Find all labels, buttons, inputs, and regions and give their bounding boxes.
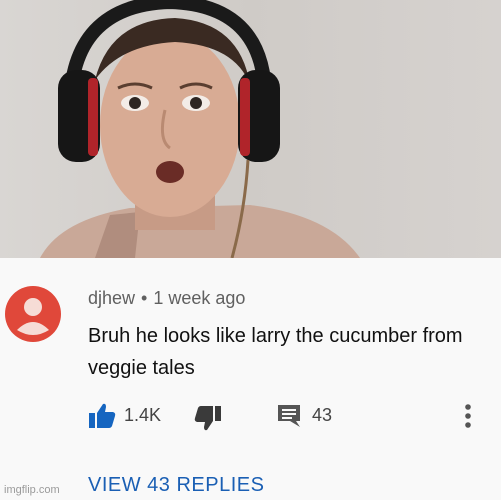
view-replies-link[interactable]: VIEW 43 REPLIES	[88, 474, 264, 497]
more-vert-icon[interactable]	[464, 403, 472, 429]
imgflip-watermark: imgflip.com	[4, 484, 60, 496]
person-icon[interactable]	[5, 286, 61, 342]
comment-actions: 1.4K 43	[88, 403, 488, 431]
like-count: 1.4K	[124, 405, 162, 425]
comment-icon[interactable]	[276, 403, 302, 429]
meta-separator: •	[141, 288, 148, 308]
comment-meta: djhew • 1 week ago	[88, 288, 245, 309]
comment-time[interactable]: 1 week ago	[153, 288, 245, 308]
video-frame-photo	[0, 0, 501, 258]
comment-username[interactable]: djhew	[88, 288, 135, 308]
comment-text: Bruh he looks like larry the cucumber fr…	[88, 325, 463, 379]
comment-card: djhew • 1 week ago Bruh he looks like larr…	[0, 258, 501, 500]
thumbs-down-icon[interactable]	[194, 405, 222, 431]
thumbs-up-icon[interactable]	[88, 403, 116, 429]
reply-count: 43	[312, 405, 333, 425]
